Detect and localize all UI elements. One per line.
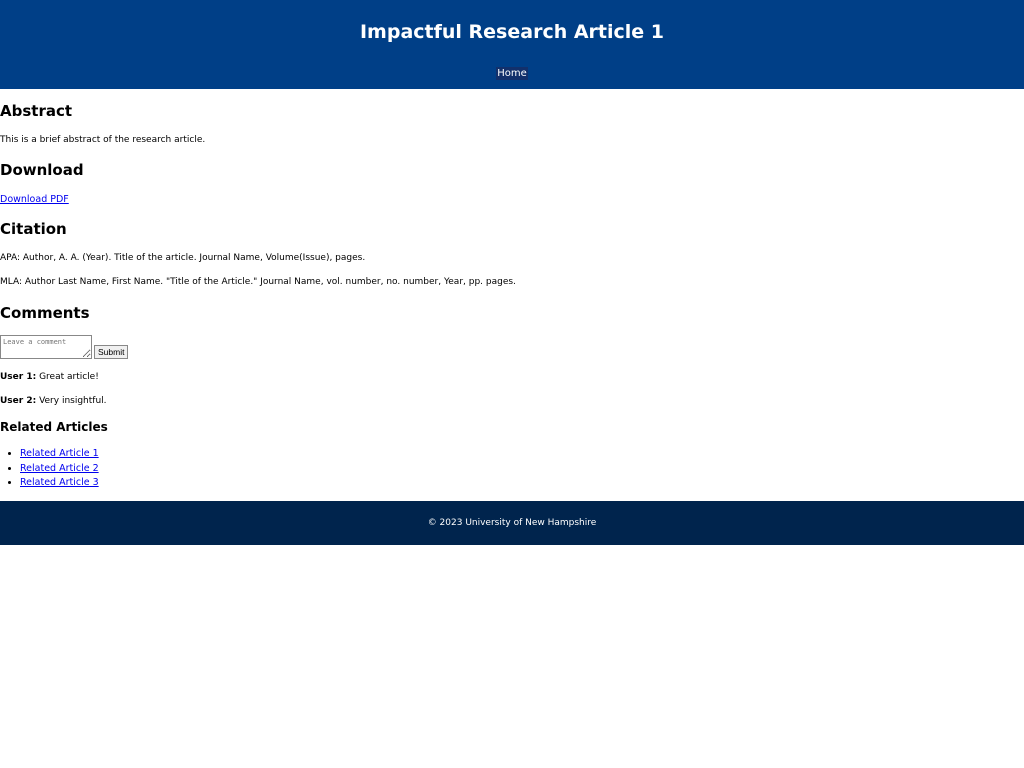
nav-home-link[interactable]: Home xyxy=(496,67,528,80)
download-heading: Download xyxy=(0,161,84,179)
page-title: Impactful Research Article 1 xyxy=(359,21,665,43)
abstract-text: This is a brief abstract of the research… xyxy=(0,135,206,145)
site-footer: © 2023 University of New Hampshire xyxy=(0,501,1024,545)
comment-input[interactable] xyxy=(0,335,92,359)
comment-user: User 2: xyxy=(0,396,37,406)
submit-button[interactable]: Submit xyxy=(94,345,129,359)
comments-heading: Comments xyxy=(0,304,90,322)
site-header: Impactful Research Article 1 Home xyxy=(0,0,1024,89)
comment-text: Very insightful. xyxy=(36,396,107,406)
citation-heading: Citation xyxy=(0,220,67,238)
related-article-link[interactable]: Related Article 3 xyxy=(20,477,99,488)
comment-item: User 2: Very insightful. xyxy=(0,396,107,406)
abstract-heading: Abstract xyxy=(0,102,73,120)
list-item: Related Article 3 xyxy=(20,477,99,492)
download-pdf-link[interactable]: Download PDF xyxy=(0,194,69,205)
comment-form: Submit xyxy=(0,335,129,359)
related-article-link[interactable]: Related Article 1 xyxy=(20,448,99,459)
citation-mla: MLA: Author Last Name, First Name. "Titl… xyxy=(0,277,516,287)
main-nav: Home xyxy=(0,61,1024,80)
comment-text: Great article! xyxy=(36,372,99,382)
citation-apa: APA: Author, A. A. (Year). Title of the … xyxy=(0,253,366,263)
list-item: Related Article 1 xyxy=(20,448,99,463)
related-heading: Related Articles xyxy=(0,420,108,434)
related-article-link[interactable]: Related Article 2 xyxy=(20,463,99,474)
copyright-text: © 2023 University of New Hampshire xyxy=(427,518,597,528)
comment-item: User 1: Great article! xyxy=(0,372,99,382)
related-list: Related Article 1 Related Article 2 Rela… xyxy=(0,448,99,492)
list-item: Related Article 2 xyxy=(20,463,99,478)
comment-user: User 1: xyxy=(0,372,37,382)
